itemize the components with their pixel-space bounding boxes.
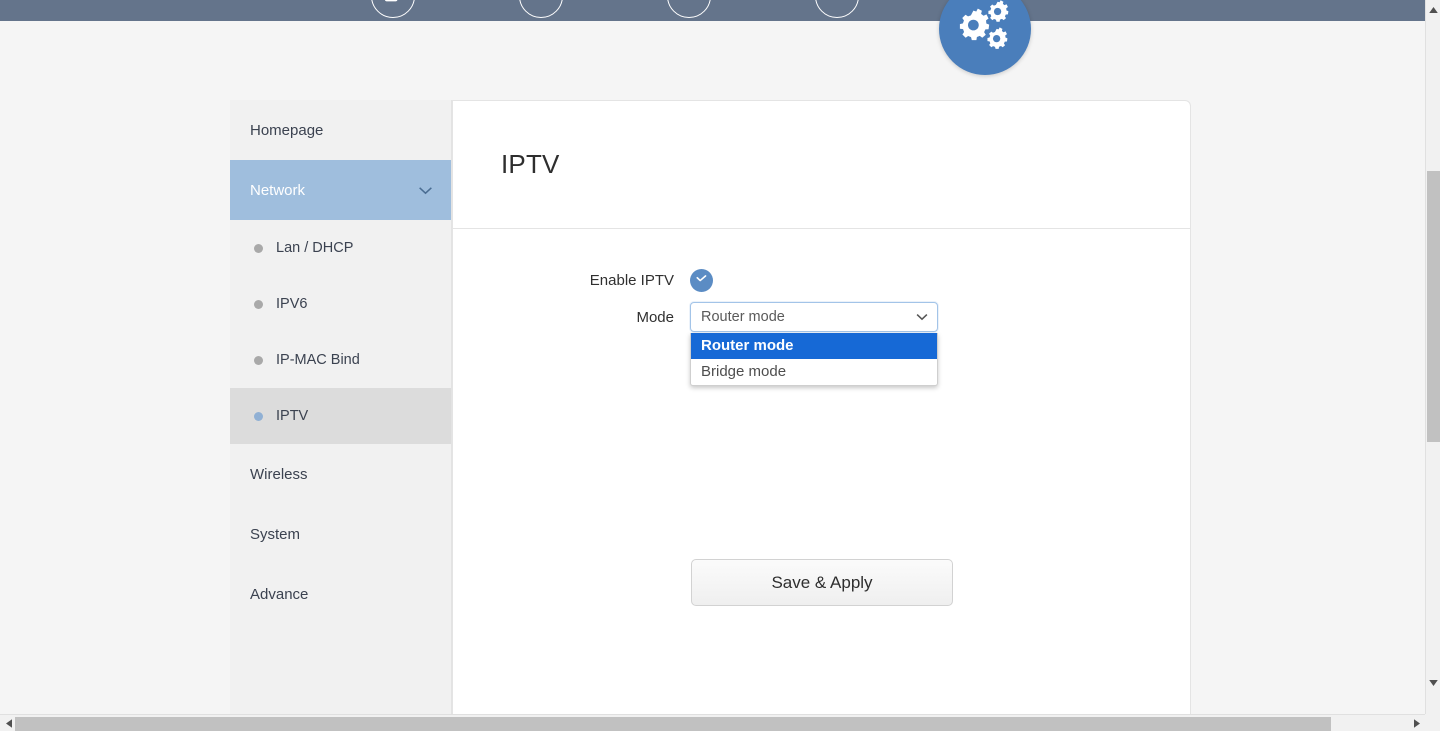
bullet-dot-icon: [254, 299, 263, 309]
bullet-dot-icon: [254, 243, 263, 253]
sidebar-item-advance[interactable]: Advance: [230, 564, 451, 624]
enable-iptv-label: Enable IPTV: [589, 272, 674, 289]
sidebar-item-iptv[interactable]: IPTV: [230, 388, 451, 444]
info-circle-icon: [668, 0, 710, 17]
mode-select-wrapper: Router mode Router mode Bridge mode: [690, 302, 938, 386]
mode-label: Mode: [636, 308, 674, 326]
top-navigation-icons: [0, 0, 1425, 22]
mode-select[interactable]: Router mode: [690, 302, 938, 332]
enable-iptv-row: Enable IPTV: [453, 269, 1190, 292]
sidebar-item-ip-mac-bind[interactable]: IP-MAC Bind: [230, 332, 451, 388]
sidebar-item-label: IPTV: [276, 408, 309, 424]
browser-viewport: Homepage Network Lan / DHCP IPV6 IP-MAC …: [0, 0, 1440, 731]
sidebar-navigation: Homepage Network Lan / DHCP IPV6 IP-MAC …: [230, 100, 452, 731]
sidebar-item-label: IP-MAC Bind: [276, 352, 360, 368]
sidebar-item-label: Network: [250, 181, 306, 199]
bullet-dot-icon: [254, 355, 263, 365]
triangle-down-icon[interactable]: [1426, 675, 1440, 690]
save-and-apply-button[interactable]: Save & Apply: [691, 559, 953, 606]
nav-item-grid-apps[interactable]: [519, 0, 563, 18]
chevron-down-icon: [916, 309, 928, 325]
sidebar-item-homepage[interactable]: Homepage: [230, 100, 451, 160]
bullet-dot-icon: [254, 411, 263, 421]
page-title: IPTV: [501, 149, 560, 179]
chevron-down-icon: [418, 184, 433, 197]
sidebar-item-system[interactable]: System: [230, 504, 451, 564]
page-body: Homepage Network Lan / DHCP IPV6 IP-MAC …: [0, 21, 1425, 731]
check-circle-icon: [695, 272, 708, 290]
mode-row: Mode Router mode Router mode Bridge mode: [453, 302, 1190, 386]
nav-item-windows-stack[interactable]: [371, 0, 415, 18]
triangle-right-icon[interactable]: [1409, 715, 1424, 731]
horizontal-scrollbar[interactable]: [0, 714, 1440, 731]
mode-options-list: Router mode Bridge mode: [690, 333, 938, 386]
grid-apps-icon: [520, 0, 562, 17]
scrollbar-corner: [1425, 714, 1440, 731]
sidebar-item-label: Advance: [250, 585, 309, 603]
mode-select-value: Router mode: [701, 309, 785, 325]
sidebar-item-label: Wireless: [250, 465, 308, 483]
content-panel: IPTV Enable IPTV Mode Router mode Router…: [452, 100, 1191, 731]
enable-iptv-checkbox[interactable]: [690, 269, 713, 292]
windows-stack-icon: [372, 0, 414, 17]
sidebar-item-label: Homepage: [250, 121, 324, 139]
sidebar-item-wireless[interactable]: Wireless: [230, 444, 451, 504]
mode-option-router[interactable]: Router mode: [691, 333, 937, 359]
gears-settings-icon: [954, 0, 1016, 63]
mode-option-bridge[interactable]: Bridge mode: [691, 359, 937, 385]
sidebar-item-label: IPV6: [276, 296, 308, 312]
nav-item-account[interactable]: [815, 0, 859, 18]
sidebar-item-label: Lan / DHCP: [276, 240, 354, 256]
iptv-settings-form: Enable IPTV Mode Router mode Router mode…: [453, 229, 1190, 606]
sidebar-item-label: System: [250, 525, 301, 543]
user-account-icon: [816, 0, 858, 17]
content-header: IPTV: [453, 101, 1190, 229]
sidebar-item-network[interactable]: Network: [230, 160, 451, 220]
nav-item-info[interactable]: [667, 0, 711, 18]
vertical-scrollbar[interactable]: [1425, 0, 1440, 714]
vertical-scrollbar-thumb[interactable]: [1427, 171, 1440, 442]
sidebar-item-lan-dhcp[interactable]: Lan / DHCP: [230, 220, 451, 276]
triangle-left-icon[interactable]: [1, 715, 16, 731]
triangle-up-icon[interactable]: [1426, 2, 1440, 17]
horizontal-scrollbar-thumb[interactable]: [15, 717, 1331, 731]
sidebar-item-ipv6[interactable]: IPV6: [230, 276, 451, 332]
